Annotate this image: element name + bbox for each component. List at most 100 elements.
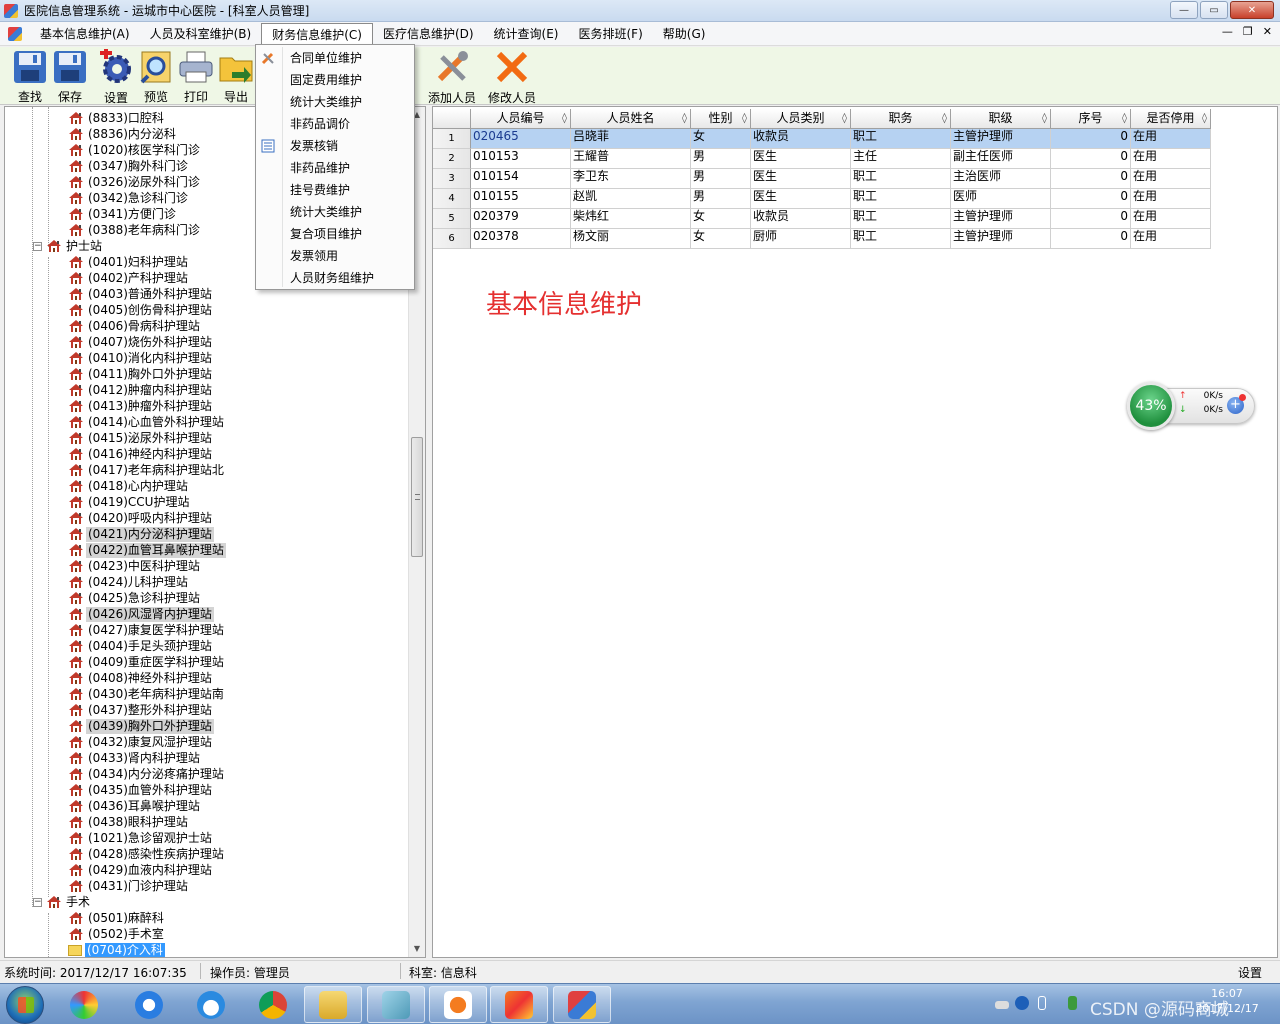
menu-item-composite-item[interactable]: 复合项目维护 — [256, 223, 414, 245]
tree-node[interactable]: (0438)眼科护理站 — [68, 814, 190, 830]
tree-node[interactable]: (0416)神经内科护理站 — [68, 446, 214, 462]
collapse-toggle-icon[interactable]: − — [33, 897, 42, 907]
table-cell-status[interactable]: 在用 — [1131, 129, 1211, 149]
row-header[interactable]: 3 — [433, 169, 471, 189]
minimize-button[interactable]: — — [1170, 1, 1198, 19]
table-row[interactable]: 5 020379 柴炜红女收款员 职工 主管护理师 0 在用 — [433, 209, 1211, 229]
tree-node[interactable]: (0428)感染性疾病护理站 — [68, 846, 226, 862]
column-header[interactable]: 序号 ◊ — [1051, 109, 1131, 129]
menu-item-registration-fee[interactable]: 挂号费维护 — [256, 179, 414, 201]
tree-node[interactable]: (0421)内分泌科护理站 — [68, 526, 214, 542]
row-header[interactable]: 1 — [433, 129, 471, 149]
tree-node[interactable]: (0418)心内护理站 — [68, 478, 190, 494]
table-row[interactable]: 4 010155 赵凯男医生 职工 医师 0 在用 — [433, 189, 1211, 209]
row-header[interactable]: 4 — [433, 189, 471, 209]
menu-item-invoice-issue[interactable]: 发票领用 — [256, 245, 414, 267]
menu-finance[interactable]: 财务信息维护(C) — [261, 22, 373, 45]
tree-node-selected[interactable]: (0704)介入科 — [68, 942, 165, 957]
menu-item-staff-finance-group[interactable]: 人员财务组维护 — [256, 267, 414, 289]
table-cell-status[interactable]: 在用 — [1131, 229, 1211, 249]
table-row[interactable]: 3 010154 李卫东男医生 职工 主治医师 0 在用 — [433, 169, 1211, 189]
tree-node[interactable]: (0502)手术室 — [68, 926, 166, 942]
tree-node[interactable]: (0415)泌尿外科护理站 — [68, 430, 214, 446]
row-header[interactable]: 2 — [433, 149, 471, 169]
table-cell-name[interactable]: 柴炜红 — [571, 209, 691, 229]
tree-node[interactable]: (0410)消化内科护理站 — [68, 350, 214, 366]
splitter[interactable] — [427, 106, 431, 958]
row-header[interactable]: 5 — [433, 209, 471, 229]
taskbar-clock[interactable]: 16:07 2017/12/17 — [1192, 986, 1262, 1016]
table-cell-duty[interactable]: 职工 — [851, 129, 951, 149]
taskbar-app-media[interactable] — [429, 986, 487, 1023]
table-cell-rank[interactable]: 主治医师 — [951, 169, 1051, 189]
column-header[interactable]: 是否停用 ◊ — [1131, 109, 1211, 129]
tree-node[interactable]: (0439)胸外口外护理站 — [68, 718, 214, 734]
taskbar-app-vs[interactable] — [490, 986, 548, 1023]
network-speed-widget[interactable]: 43% ↑ 0K/s ↓ 0K/s + — [1127, 382, 1255, 430]
scroll-down-arrow[interactable]: ▼ — [409, 941, 425, 957]
tree-node[interactable]: (8836)内分泌科 — [68, 126, 178, 142]
restore-button[interactable]: ▭ — [1200, 1, 1228, 19]
tree-node[interactable]: (0408)神经外科护理站 — [68, 670, 214, 686]
tree-node[interactable]: (0432)康复风湿护理站 — [68, 734, 214, 750]
mdi-restore-button[interactable]: ❐ — [1243, 25, 1253, 38]
taskbar-app-hospital[interactable] — [553, 986, 611, 1023]
table-cell-sex[interactable]: 男 — [691, 189, 751, 209]
table-cell-name[interactable]: 吕晓菲 — [571, 129, 691, 149]
taskbar-app-colorful[interactable] — [55, 986, 113, 1023]
table-cell-seq[interactable]: 0 — [1051, 209, 1131, 229]
table-cell-duty[interactable]: 职工 — [851, 229, 951, 249]
table-cell-type[interactable]: 收款员 — [751, 129, 851, 149]
tree-node[interactable]: (0402)产科护理站 — [68, 270, 190, 286]
table-cell-sex[interactable]: 男 — [691, 169, 751, 189]
column-header[interactable]: 职务 ◊ — [851, 109, 951, 129]
save-button[interactable]: 保存 — [46, 49, 94, 105]
tray-arrow-icon[interactable] — [1038, 996, 1046, 1010]
tree-node[interactable]: (0413)肿瘤外科护理站 — [68, 398, 214, 414]
tree-node[interactable]: (0326)泌尿外科门诊 — [68, 174, 202, 190]
tree-node[interactable]: (0414)心血管外科护理站 — [68, 414, 226, 430]
tree-node[interactable]: (0411)胸外口外护理站 — [68, 366, 214, 382]
tree-node[interactable]: (0404)手足头颈护理站 — [68, 638, 214, 654]
table-cell-rank[interactable]: 主管护理师 — [951, 209, 1051, 229]
memory-percent[interactable]: 43% — [1127, 382, 1175, 430]
menu-item-fixed-fee[interactable]: 固定费用维护 — [256, 69, 414, 91]
tree-node[interactable]: (0501)麻醉科 — [68, 910, 166, 926]
menu-item-nondrug-price[interactable]: 非药品调价 — [256, 113, 414, 135]
table-cell-status[interactable]: 在用 — [1131, 169, 1211, 189]
menu-staff-dept[interactable]: 人员及科室维护(B) — [140, 23, 262, 45]
tree-node[interactable]: (0407)烧伤外科护理站 — [68, 334, 214, 350]
menu-medical[interactable]: 医疗信息维护(D) — [373, 23, 484, 45]
column-header[interactable]: 人员姓名 ◊ — [571, 109, 691, 129]
table-cell-code[interactable]: 010155 — [471, 189, 571, 209]
close-button[interactable]: ✕ — [1230, 1, 1274, 19]
tree-group-surgery[interactable]: − 手术 — [33, 894, 92, 910]
collapse-toggle-icon[interactable]: − — [33, 241, 42, 251]
menu-item-nondrug-maint[interactable]: 非药品维护 — [256, 157, 414, 179]
table-cell-rank[interactable]: 医师 — [951, 189, 1051, 209]
tree-node[interactable]: (0419)CCU护理站 — [68, 494, 191, 510]
tree-node[interactable]: (0437)整形外科护理站 — [68, 702, 214, 718]
tree-node[interactable]: (0388)老年病科门诊 — [68, 222, 202, 238]
table-cell-type[interactable]: 医生 — [751, 169, 851, 189]
menu-item-stat-category[interactable]: 统计大类维护 — [256, 91, 414, 113]
tree-group-nurse-station[interactable]: − 护士站 — [33, 238, 104, 254]
menu-basic-info[interactable]: 基本信息维护(A) — [30, 23, 140, 45]
table-cell-type[interactable]: 医生 — [751, 189, 851, 209]
table-cell-name[interactable]: 赵凯 — [571, 189, 691, 209]
table-cell-name[interactable]: 杨文丽 — [571, 229, 691, 249]
table-cell-code[interactable]: 020378 — [471, 229, 571, 249]
mdi-close-button[interactable]: ✕ — [1263, 25, 1272, 38]
table-cell-code[interactable]: 020465 — [471, 129, 571, 149]
table-cell-sex[interactable]: 男 — [691, 149, 751, 169]
table-cell-seq[interactable]: 0 — [1051, 169, 1131, 189]
table-cell-seq[interactable]: 0 — [1051, 189, 1131, 209]
column-header[interactable]: 人员编号 ◊ — [471, 109, 571, 129]
tree-node[interactable]: (0341)方便门诊 — [68, 206, 178, 222]
tree-node[interactable]: (0427)康复医学科护理站 — [68, 622, 226, 638]
table-cell-seq[interactable]: 0 — [1051, 129, 1131, 149]
taskbar-app-chrome[interactable] — [244, 986, 302, 1023]
menu-scheduling[interactable]: 医务排班(F) — [569, 23, 653, 45]
tree-node[interactable]: (0435)血管外科护理站 — [68, 782, 214, 798]
keyboard-icon[interactable] — [995, 1001, 1009, 1009]
